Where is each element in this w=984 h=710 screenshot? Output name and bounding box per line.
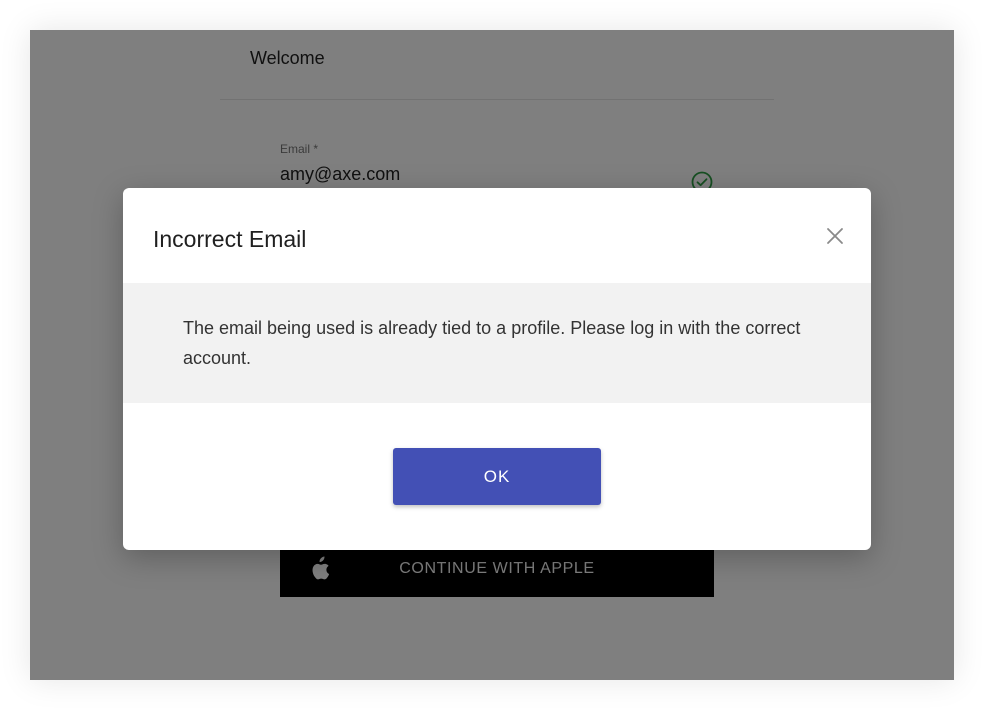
dialog-title: Incorrect Email — [153, 226, 307, 252]
ok-button[interactable]: OK — [393, 448, 601, 505]
close-icon — [827, 228, 843, 244]
dialog-body: The email being used is already tied to … — [123, 283, 871, 403]
dialog-header: Incorrect Email — [123, 188, 871, 283]
incorrect-email-dialog: Incorrect Email The email being used is … — [123, 188, 871, 550]
app-screen: Welcome Email * amy@axe.com CONTINUE WIT… — [30, 30, 954, 680]
close-button[interactable] — [823, 224, 847, 248]
dialog-message: The email being used is already tied to … — [183, 318, 801, 368]
dialog-footer: OK — [123, 403, 871, 550]
